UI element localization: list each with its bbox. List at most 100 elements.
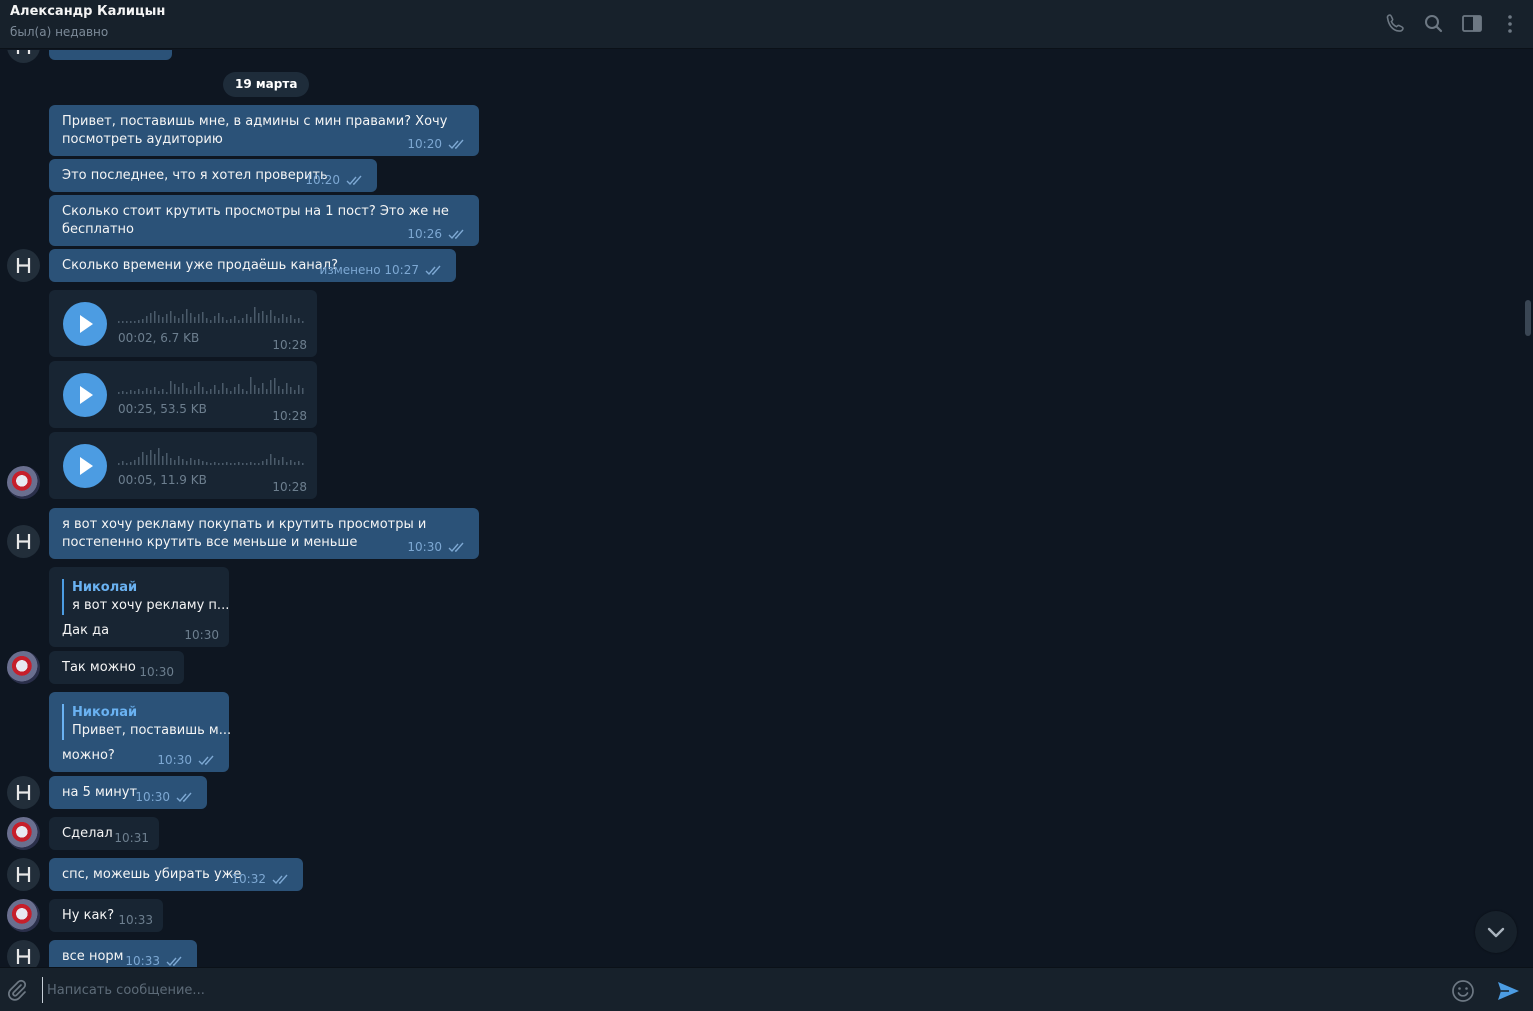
reply-text: Привет, поставишь м...: [72, 723, 232, 738]
double-check-icon: [166, 956, 182, 966]
message-text: Это последнее, что я хотел проверить: [62, 168, 328, 183]
message-bubble[interactable]: Привет, поставишь мне, в админы с мин пр…: [49, 105, 479, 156]
message-text: Дак да: [62, 623, 110, 638]
message-time: 10:31: [114, 831, 149, 845]
send-icon[interactable]: [1495, 978, 1521, 1004]
voice-info: 00:02, 6.7 KB: [118, 331, 200, 345]
avatar[interactable]: [7, 525, 40, 558]
message-bubble[interactable]: все норм 10:33: [49, 940, 197, 967]
avatar[interactable]: [7, 651, 40, 684]
message-meta: 10:30: [139, 663, 174, 681]
waveform[interactable]: [118, 373, 304, 395]
voice-message[interactable]: 00:25, 53.5 KB 10:28: [49, 361, 317, 428]
message-text: я вот хочу рекламу покупать и крутить пр…: [62, 517, 427, 550]
message-time: 10:28: [272, 338, 307, 352]
double-check-icon: [448, 139, 464, 149]
emoji-icon[interactable]: [1451, 979, 1475, 1003]
message-bubble[interactable]: Это последнее, что я хотел проверить 10:…: [49, 159, 377, 192]
message-bubble[interactable]: Так можно 10:30: [49, 651, 184, 684]
message-meta: 10:31: [114, 829, 149, 847]
message-bubble[interactable]: Сколько стоит крутить просмотры на 1 пос…: [49, 195, 479, 246]
message-time: 10:30: [135, 790, 170, 804]
chevron-down-icon: [1487, 927, 1505, 938]
message-bubble[interactable]: я вот хочу рекламу покупать и крутить пр…: [49, 508, 479, 559]
waveform[interactable]: [118, 444, 304, 466]
contact-name[interactable]: Александр Калицын: [10, 4, 165, 19]
message-meta: 10:30: [157, 751, 216, 769]
message-text: спс, можешь убирать уже: [62, 867, 242, 882]
message-bubble-clipped[interactable]: [49, 50, 172, 60]
message-meta: 10:30: [135, 788, 194, 806]
avatar[interactable]: [7, 817, 40, 850]
reply-quote[interactable]: Николай Привет, поставишь м...: [62, 704, 231, 740]
scroll-to-bottom-button[interactable]: [1475, 911, 1517, 953]
message-text: Сколько стоит крутить просмотры на 1 пос…: [62, 204, 449, 237]
message-text: на 5 минут: [62, 785, 138, 800]
play-button[interactable]: [63, 302, 107, 346]
double-check-icon: [346, 175, 362, 185]
avatar[interactable]: [7, 50, 40, 63]
search-icon[interactable]: [1421, 11, 1447, 37]
message-bubble[interactable]: на 5 минут 10:30: [49, 776, 207, 809]
reply-author: Николай: [72, 580, 138, 595]
message-list[interactable]: 19 марта Привет, поставишь мне, в админы…: [0, 50, 1521, 967]
message-text: можно?: [62, 748, 115, 763]
waveform[interactable]: [118, 302, 304, 324]
phone-icon[interactable]: [1383, 11, 1409, 37]
message-time: 10:26: [407, 227, 442, 241]
message-time: 10:28: [272, 480, 307, 494]
voice-message[interactable]: 00:02, 6.7 KB 10:28: [49, 290, 317, 357]
voice-info: 00:05, 11.9 KB: [118, 473, 207, 487]
message-bubble[interactable]: спс, можешь убирать уже 10:32: [49, 858, 303, 891]
message-input[interactable]: [42, 977, 1432, 1003]
double-check-icon: [198, 755, 214, 765]
avatar[interactable]: [7, 249, 40, 282]
avatar[interactable]: [7, 466, 40, 499]
message-time: 10:27: [384, 263, 419, 277]
message-meta: 10:20: [305, 171, 364, 189]
message-text: Ну как?: [62, 908, 115, 923]
message-time: 10:30: [184, 628, 219, 642]
message-time: 10:32: [231, 872, 266, 886]
message-meta: 10:28: [272, 336, 307, 354]
scrollbar-thumb[interactable]: [1525, 300, 1531, 336]
reply-author: Николай: [72, 705, 138, 720]
avatar[interactable]: [7, 858, 40, 891]
avatar[interactable]: [7, 776, 40, 809]
message-meta: 10:30: [184, 626, 219, 644]
play-button[interactable]: [63, 373, 107, 417]
more-vertical-icon[interactable]: [1497, 11, 1523, 37]
message-bubble[interactable]: Ну как? 10:33: [49, 899, 163, 932]
message-bubble[interactable]: Сколько времени уже продаёшь канал? изме…: [49, 249, 456, 282]
chat-header: Александр Калицын был(а) недавно: [0, 0, 1533, 49]
message-meta: 10:20: [407, 135, 466, 153]
double-check-icon: [448, 542, 464, 552]
play-button[interactable]: [63, 444, 107, 488]
voice-message[interactable]: 00:05, 11.9 KB 10:28: [49, 432, 317, 499]
message-time: 10:20: [407, 137, 442, 151]
message-bubble-reply[interactable]: Николай я вот хочу рекламу п... Дак да 1…: [49, 567, 229, 647]
scrollbar[interactable]: [1525, 50, 1531, 967]
message-meta: 10:28: [272, 407, 307, 425]
avatar[interactable]: [7, 940, 40, 967]
double-check-icon: [272, 874, 288, 884]
message-meta: изменено 10:27: [320, 261, 443, 279]
contact-status: был(а) недавно: [10, 25, 109, 39]
message-meta: 10:26: [407, 225, 466, 243]
message-time: 10:30: [157, 753, 192, 767]
reply-quote[interactable]: Николай я вот хочу рекламу п...: [62, 579, 229, 615]
avatar[interactable]: [7, 899, 40, 932]
date-separator: 19 марта: [223, 72, 310, 97]
message-text: Сколько времени уже продаёшь канал?: [62, 258, 338, 273]
message-meta: 10:28: [272, 478, 307, 496]
double-check-icon: [448, 229, 464, 239]
message-time: 10:30: [407, 540, 442, 554]
double-check-icon: [425, 265, 441, 275]
paperclip-icon[interactable]: [5, 978, 29, 1002]
message-bubble-reply[interactable]: Николай Привет, поставишь м... можно? 10…: [49, 692, 231, 772]
message-bubble[interactable]: Сделал 10:31: [49, 817, 159, 850]
voice-info: 00:25, 53.5 KB: [118, 402, 207, 416]
sidebar-toggle-icon[interactable]: [1459, 11, 1485, 37]
message-time: 10:33: [118, 913, 153, 927]
telegram-chat-window: Александр Калицын был(а) недавно 19 март…: [0, 0, 1533, 1011]
